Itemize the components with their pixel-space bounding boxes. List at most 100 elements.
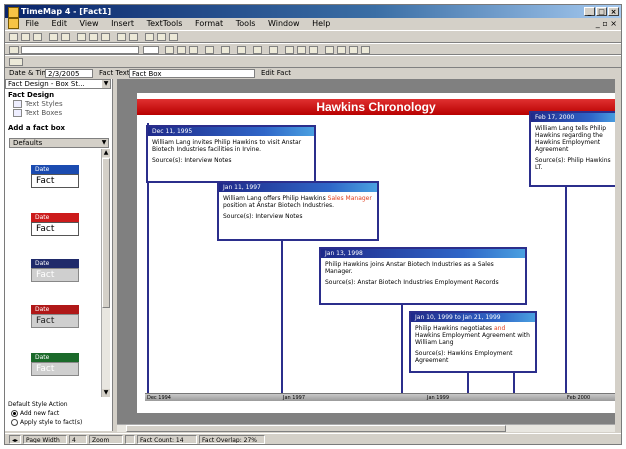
style-list-scrollbar[interactable]: ▲ ▼ <box>101 149 110 397</box>
delete-icon[interactable] <box>169 33 178 41</box>
menu-format[interactable]: Format <box>195 18 223 30</box>
undo-icon[interactable] <box>117 33 126 41</box>
fact-box-1[interactable]: Dec 11, 1995 William Lang invites Philip… <box>146 125 316 183</box>
border-icon[interactable] <box>269 46 278 54</box>
radio-unselected-icon <box>11 419 18 426</box>
save-icon[interactable] <box>33 33 42 41</box>
align-left-icon[interactable] <box>285 46 294 54</box>
date-field[interactable]: 2/3/2005 <box>45 69 93 78</box>
fact-text: William Lang invites Philip Hawkins to v… <box>152 139 302 153</box>
redo-icon[interactable] <box>129 33 138 41</box>
style-icon[interactable] <box>9 46 19 54</box>
menu-texttools[interactable]: TextTools <box>147 18 183 30</box>
menu-help[interactable]: Help <box>312 18 330 30</box>
new-icon[interactable] <box>9 33 18 41</box>
radio-selected-icon <box>11 410 18 417</box>
zoom-fit-icon[interactable] <box>125 435 135 444</box>
cut-icon[interactable] <box>77 33 86 41</box>
design-item-text-boxes[interactable]: Text Boxes <box>13 109 62 117</box>
checkmark-icon[interactable] <box>157 33 166 41</box>
bold-icon[interactable] <box>165 46 174 54</box>
print-preview-icon[interactable] <box>61 33 70 41</box>
fact-text-field[interactable]: Fact Box <box>129 69 255 78</box>
align-right-icon[interactable] <box>309 46 318 54</box>
fact-style-5[interactable]: Date Fact <box>31 353 79 376</box>
scroll-thumb[interactable] <box>102 158 110 308</box>
style-fact: Fact <box>31 222 79 236</box>
edit-fact-label[interactable]: Edit Fact <box>261 68 291 79</box>
fact-text: Philip Hawkins negotiates and Hawkins Em… <box>411 322 535 346</box>
minimize-button[interactable]: _ <box>584 7 595 16</box>
design-item-text-styles[interactable]: Text Styles <box>13 100 63 108</box>
apply-style-radio[interactable]: Apply style to fact(s) <box>11 419 82 426</box>
fact-text: Philip Hawkins joins Anstar Biotech Indu… <box>325 261 494 275</box>
fact-source: Source(s): Interview Notes <box>223 213 303 220</box>
fact-style-3[interactable]: Date Fact <box>31 259 79 282</box>
outdent-icon[interactable] <box>349 46 358 54</box>
timeline-bar <box>145 393 615 401</box>
chevron-down-icon[interactable]: ▼ <box>102 80 110 88</box>
scroll-up-icon[interactable]: ▲ <box>102 149 110 157</box>
application-window: TimeMap 4 - [Fact1] _ □ × File Edit View… <box>4 4 622 445</box>
open-icon[interactable] <box>21 33 30 41</box>
font-dropdown[interactable] <box>21 46 139 54</box>
fact-text: William Lang offers Philip Hawkins Sales… <box>219 192 377 209</box>
line-color-icon[interactable] <box>205 46 214 54</box>
copy-icon[interactable] <box>89 33 98 41</box>
panel-dropdown-label: Fact Design - Box St... <box>8 80 85 88</box>
menu-window[interactable]: Window <box>268 18 300 30</box>
fact-box-4[interactable]: Jan 10, 1999 to Jan 21, 1999 Philip Hawk… <box>409 311 537 373</box>
fact-source: Source(s): Hawkins Employment Agreement <box>415 350 513 364</box>
align-center-icon[interactable] <box>297 46 306 54</box>
underline-icon[interactable] <box>189 46 198 54</box>
paste-icon[interactable] <box>101 33 110 41</box>
fact-connector <box>565 168 567 393</box>
menu-tools[interactable]: Tools <box>236 18 256 30</box>
maximize-button[interactable]: □ <box>596 7 607 16</box>
fact-style-2[interactable]: Date Fact <box>31 213 79 236</box>
indent-icon[interactable] <box>337 46 346 54</box>
field-bar: Date & Time 2/3/2005 Fact Text Fact Box … <box>5 68 621 79</box>
design-title: Fact Design <box>8 91 55 99</box>
style-date: Date <box>31 259 79 268</box>
format-toolbar <box>5 43 621 55</box>
menu-edit[interactable]: Edit <box>51 18 67 30</box>
fact-style-4[interactable]: Date Fact <box>31 305 79 328</box>
spacing-icon[interactable] <box>361 46 370 54</box>
scroll-down-icon[interactable]: ▼ <box>102 389 110 397</box>
close-button[interactable]: × <box>608 7 619 16</box>
line-style-icon[interactable] <box>237 46 246 54</box>
fact-box-3[interactable]: Jan 13, 1998 Philip Hawkins joins Anstar… <box>319 247 527 305</box>
fact-box-2[interactable]: Jan 11, 1997 William Lang offers Philip … <box>217 181 379 241</box>
page-nav-icon[interactable]: ◂▸ <box>9 435 21 444</box>
text-styles-icon <box>13 100 22 108</box>
fact-box-5[interactable]: Feb 17, 2000 William Lang tells Philip H… <box>529 111 615 187</box>
add-new-fact-radio[interactable]: Add new fact <box>11 410 59 417</box>
menu-file[interactable]: File <box>26 18 39 30</box>
italic-icon[interactable] <box>177 46 186 54</box>
bullets-icon[interactable] <box>325 46 334 54</box>
fill-color-icon[interactable] <box>221 46 230 54</box>
options-title: Default Style Action <box>8 401 68 408</box>
print-icon[interactable] <box>49 33 58 41</box>
chevron-down-icon[interactable]: ▼ <box>100 139 108 147</box>
fact-date: Jan 13, 1998 <box>321 249 525 258</box>
font-size-dropdown[interactable] <box>143 46 159 54</box>
insert-fact-icon[interactable] <box>145 33 154 41</box>
zoom-dropdown[interactable]: Zoom <box>89 435 123 444</box>
canvas-horizontal-scrollbar[interactable] <box>117 424 615 432</box>
scroll-thumb[interactable] <box>126 425 506 432</box>
defaults-dropdown[interactable]: Defaults ▼ <box>9 138 109 148</box>
fact-date: Feb 17, 2000 <box>531 113 615 122</box>
menu-insert[interactable]: Insert <box>111 18 134 30</box>
design-item-label: Text Boxes <box>25 109 63 117</box>
page-number[interactable]: 4 <box>69 435 87 444</box>
panel-dropdown[interactable]: Fact Design - Box St... ▼ <box>5 79 111 89</box>
view-icon[interactable] <box>9 58 23 66</box>
menu-view[interactable]: View <box>80 18 99 30</box>
document-icon[interactable] <box>8 18 19 29</box>
timeline-label: Jan 1999 <box>427 395 450 401</box>
font-color-icon[interactable] <box>253 46 262 54</box>
fact-style-1[interactable]: Date Fact <box>31 165 79 188</box>
document-window-controls[interactable]: _ ▫ × <box>596 18 617 30</box>
